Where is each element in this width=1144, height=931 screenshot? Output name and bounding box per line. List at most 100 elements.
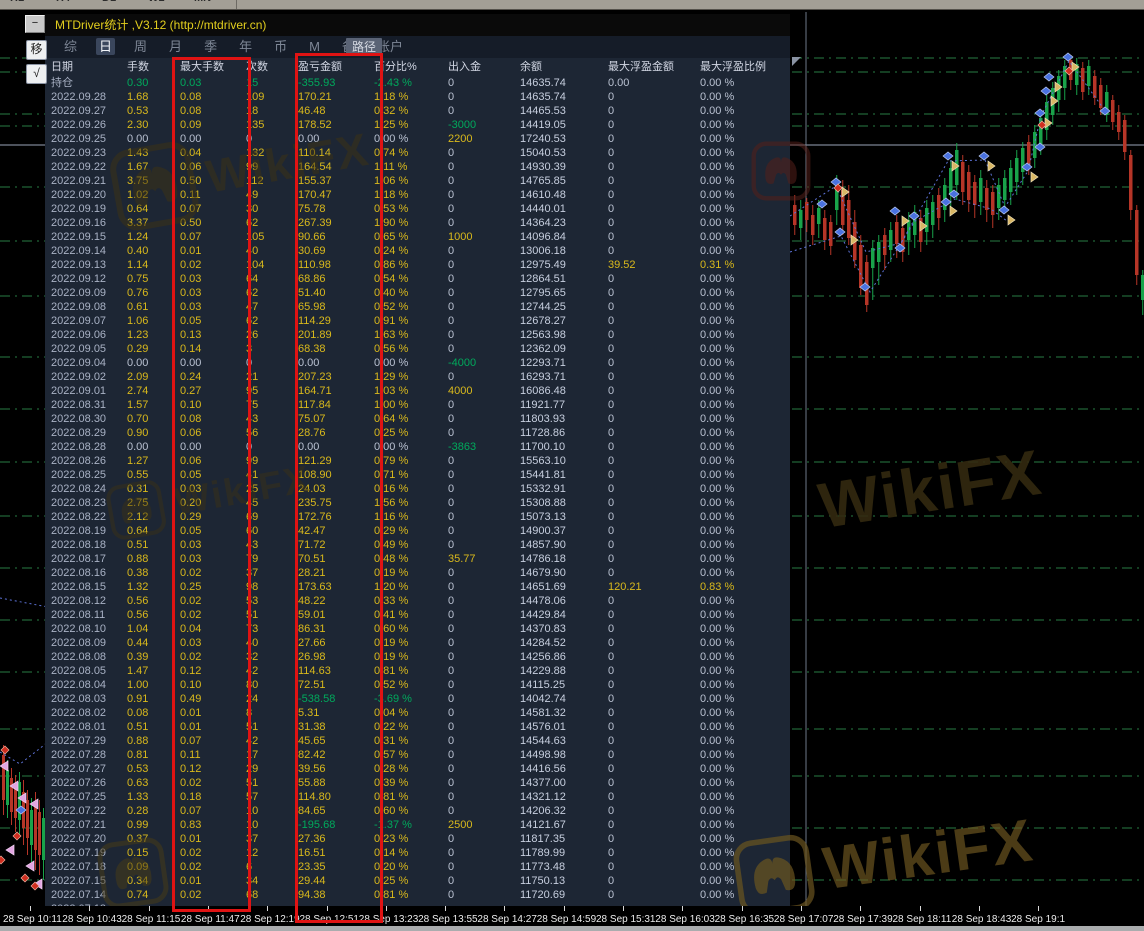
table-row[interactable]: 2022.07.210.990.8310-195.68-1.37 %250014… (45, 818, 790, 832)
timeframe-button-d1[interactable]: D1 (102, 0, 116, 4)
tab-季[interactable]: 季 (201, 38, 220, 55)
table-row[interactable]: 2022.07.260.630.025155.880.39 %014377.00… (45, 776, 790, 790)
cell: 0 (448, 678, 520, 692)
table-row[interactable]: 持仓0.300.0315-355.93-2.43 %014635.740.000… (45, 76, 790, 90)
table-row[interactable]: 2022.09.270.530.081846.480.32 %014465.53… (45, 104, 790, 118)
table-row[interactable]: 2022.08.261.270.0699121.290.79 %015563.1… (45, 454, 790, 468)
table-row[interactable]: 2022.07.180.090.02623.350.20 %011773.480… (45, 860, 790, 874)
table-row[interactable]: 2022.09.221.670.0699164.541.11 %014930.3… (45, 160, 790, 174)
cell: 0 (448, 272, 520, 286)
table-row[interactable]: 2022.09.050.290.14368.380.56 %012362.090… (45, 342, 790, 356)
table-row[interactable]: 2022.08.030.910.4924-538.58-3.69 %014042… (45, 692, 790, 706)
tab-年[interactable]: 年 (236, 38, 255, 55)
time-axis[interactable]: 28 Sep 10:1128 Sep 10:4328 Sep 11:1528 S… (0, 906, 1144, 931)
table-row[interactable]: 2022.08.041.000.108072.510.52 %014115.25… (45, 678, 790, 692)
table-row[interactable]: 2022.08.311.570.1075117.841.00 %011921.7… (45, 398, 790, 412)
table-row[interactable]: 2022.08.232.750.2045235.751.56 %015308.8… (45, 496, 790, 510)
table-row[interactable]: 2022.08.240.310.032524.030.16 %015332.91… (45, 482, 790, 496)
cell: 51 (246, 776, 298, 790)
table-row[interactable]: 2022.07.200.370.013727.360.23 %011817.35… (45, 832, 790, 846)
table-row[interactable]: 2022.09.131.140.02104110.980.86 %012975.… (45, 258, 790, 272)
table-row[interactable]: 2022.08.280.000.0000.000.00 %-386311700.… (45, 440, 790, 454)
cell: 1.32 (127, 580, 180, 594)
table-row[interactable]: 2022.09.022.090.2421207.231.29 %016293.7… (45, 370, 790, 384)
table-row[interactable]: 2022.07.150.340.013429.440.25 %011750.13… (45, 874, 790, 888)
table-row[interactable]: 2022.09.061.230.1326201.891.63 %012563.9… (45, 328, 790, 342)
tab-周[interactable]: 周 (131, 38, 150, 55)
buy-arrow-icon (1063, 53, 1073, 61)
table-row[interactable]: 2022.07.220.280.071084.650.60 %014206.32… (45, 804, 790, 818)
timeframe-button-h1[interactable]: H1 (10, 0, 24, 4)
cell: 0 (448, 580, 520, 594)
table-row[interactable]: 2022.08.290.900.065628.760.25 %011728.86… (45, 426, 790, 440)
tab-月[interactable]: 月 (166, 38, 185, 55)
minimize-button[interactable]: − (25, 15, 45, 33)
axis-time-label: 28 Sep 12:51 (300, 914, 360, 925)
cell: 0.00 % (700, 622, 780, 636)
tab-日[interactable]: 日 (96, 38, 115, 55)
table-row[interactable]: 2022.08.051.470.1242114.630.81 %014229.8… (45, 664, 790, 678)
table-row[interactable]: 2022.08.250.550.0541108.900.71 %015441.8… (45, 468, 790, 482)
table-row[interactable]: 2022.09.262.300.09135178.521.25 %-300014… (45, 118, 790, 132)
cell: 2022.08.26 (51, 454, 127, 468)
cell: 0 (448, 188, 520, 202)
table-row[interactable]: 2022.08.190.640.056042.470.29 %014900.37… (45, 524, 790, 538)
cell: 0.03 (180, 482, 246, 496)
table-row[interactable]: 2022.09.231.430.04132110.140.74 %015040.… (45, 146, 790, 160)
table-row[interactable]: 2022.08.180.510.034371.720.49 %014857.90… (45, 538, 790, 552)
table-row[interactable]: 2022.08.010.510.015131.380.22 %014576.01… (45, 720, 790, 734)
tab-综[interactable]: 综 (61, 38, 80, 55)
table-row[interactable]: 2022.08.110.560.025159.010.41 %014429.84… (45, 608, 790, 622)
timeframe-button-w1[interactable]: W1 (148, 0, 165, 4)
table-row[interactable]: 2022.09.071.060.0562114.290.91 %012678.2… (45, 314, 790, 328)
table-row[interactable]: 2022.09.120.750.036468.860.54 %012864.51… (45, 272, 790, 286)
cell: 30.69 (298, 244, 374, 258)
table-row[interactable]: 2022.08.170.880.037970.510.48 %35.771478… (45, 552, 790, 566)
cell: 2022.08.19 (51, 524, 127, 538)
table-row[interactable]: 2022.08.300.700.084375.070.64 %011803.93… (45, 412, 790, 426)
table-row[interactable]: 2022.08.151.320.2598173.631.20 %014651.6… (45, 580, 790, 594)
cell: 0.00 (127, 356, 180, 370)
table-row[interactable]: 2022.08.090.440.034027.660.19 %014284.52… (45, 636, 790, 650)
cell: 55.88 (298, 776, 374, 790)
table-row[interactable]: 2022.07.290.880.074245.650.31 %014544.63… (45, 734, 790, 748)
tab-M[interactable]: M (306, 38, 323, 55)
tab-币[interactable]: 币 (271, 38, 290, 55)
table-row[interactable]: 2022.08.020.080.0185.310.04 %014581.3200… (45, 706, 790, 720)
table-row[interactable]: 2022.09.080.610.034765.980.52 %012744.25… (45, 300, 790, 314)
table-row[interactable]: 2022.07.280.810.111782.420.57 %014498.98… (45, 748, 790, 762)
move-panel-button[interactable]: 移 (26, 40, 47, 60)
path-button[interactable]: 路径 (346, 38, 382, 56)
table-row[interactable]: 2022.08.120.560.025348.220.33 %014478.06… (45, 594, 790, 608)
candle-body (961, 162, 965, 192)
column-header: 余额 (520, 60, 608, 75)
table-row[interactable]: 2022.07.270.530.122939.560.28 %014416.56… (45, 762, 790, 776)
table-row[interactable]: 2022.09.090.760.036251.400.40 %012795.65… (45, 286, 790, 300)
table-row[interactable]: 2022.09.250.000.0000.000.00 %220017240.5… (45, 132, 790, 146)
timeframe-button-mn[interactable]: MN (194, 0, 211, 4)
cell: 173.63 (298, 580, 374, 594)
axis-time-label: 28 Sep 17:39 (833, 914, 893, 925)
table-row[interactable]: 2022.09.163.370.5062267.391.90 %014364.2… (45, 216, 790, 230)
table-row[interactable]: 2022.09.140.400.014030.690.24 %013006.18… (45, 244, 790, 258)
table-row[interactable]: 2022.09.151.240.0710590.660.65 %10001409… (45, 230, 790, 244)
table-row[interactable]: 2022.08.101.040.047386.310.60 %014370.83… (45, 622, 790, 636)
candle-body (30, 810, 33, 845)
table-row[interactable]: 2022.07.190.150.021216.510.14 %011789.99… (45, 846, 790, 860)
timeframe-button-h4[interactable]: H4 (56, 0, 70, 4)
cell: 0.03 (180, 300, 246, 314)
table-row[interactable]: 2022.09.012.740.2795164.711.03 %40001608… (45, 384, 790, 398)
table-row[interactable]: 2022.07.140.740.026894.380.81 %011720.69… (45, 888, 790, 902)
table-row[interactable]: 2022.09.190.640.073075.780.53 %014440.01… (45, 202, 790, 216)
table-row[interactable]: 2022.08.222.120.2969172.761.16 %015073.1… (45, 510, 790, 524)
cell: 0 (608, 482, 700, 496)
table-row[interactable]: 2022.09.213.750.50112155.371.06 %014765.… (45, 174, 790, 188)
table-row[interactable]: 2022.09.201.020.1149170.471.18 %014610.4… (45, 188, 790, 202)
table-row[interactable]: 2022.09.040.000.0000.000.00 %-400012293.… (45, 356, 790, 370)
axis-time-label: 28 Sep 12:19 (240, 914, 300, 925)
table-row[interactable]: 2022.07.251.330.1857114.800.81 %014321.1… (45, 790, 790, 804)
table-row[interactable]: 2022.08.080.390.023226.980.19 %014256.86… (45, 650, 790, 664)
table-row[interactable]: 2022.08.160.380.023728.210.19 %014679.90… (45, 566, 790, 580)
check-button[interactable]: √ (26, 64, 47, 84)
table-row[interactable]: 2022.09.281.680.08109170.211.18 %014635.… (45, 90, 790, 104)
